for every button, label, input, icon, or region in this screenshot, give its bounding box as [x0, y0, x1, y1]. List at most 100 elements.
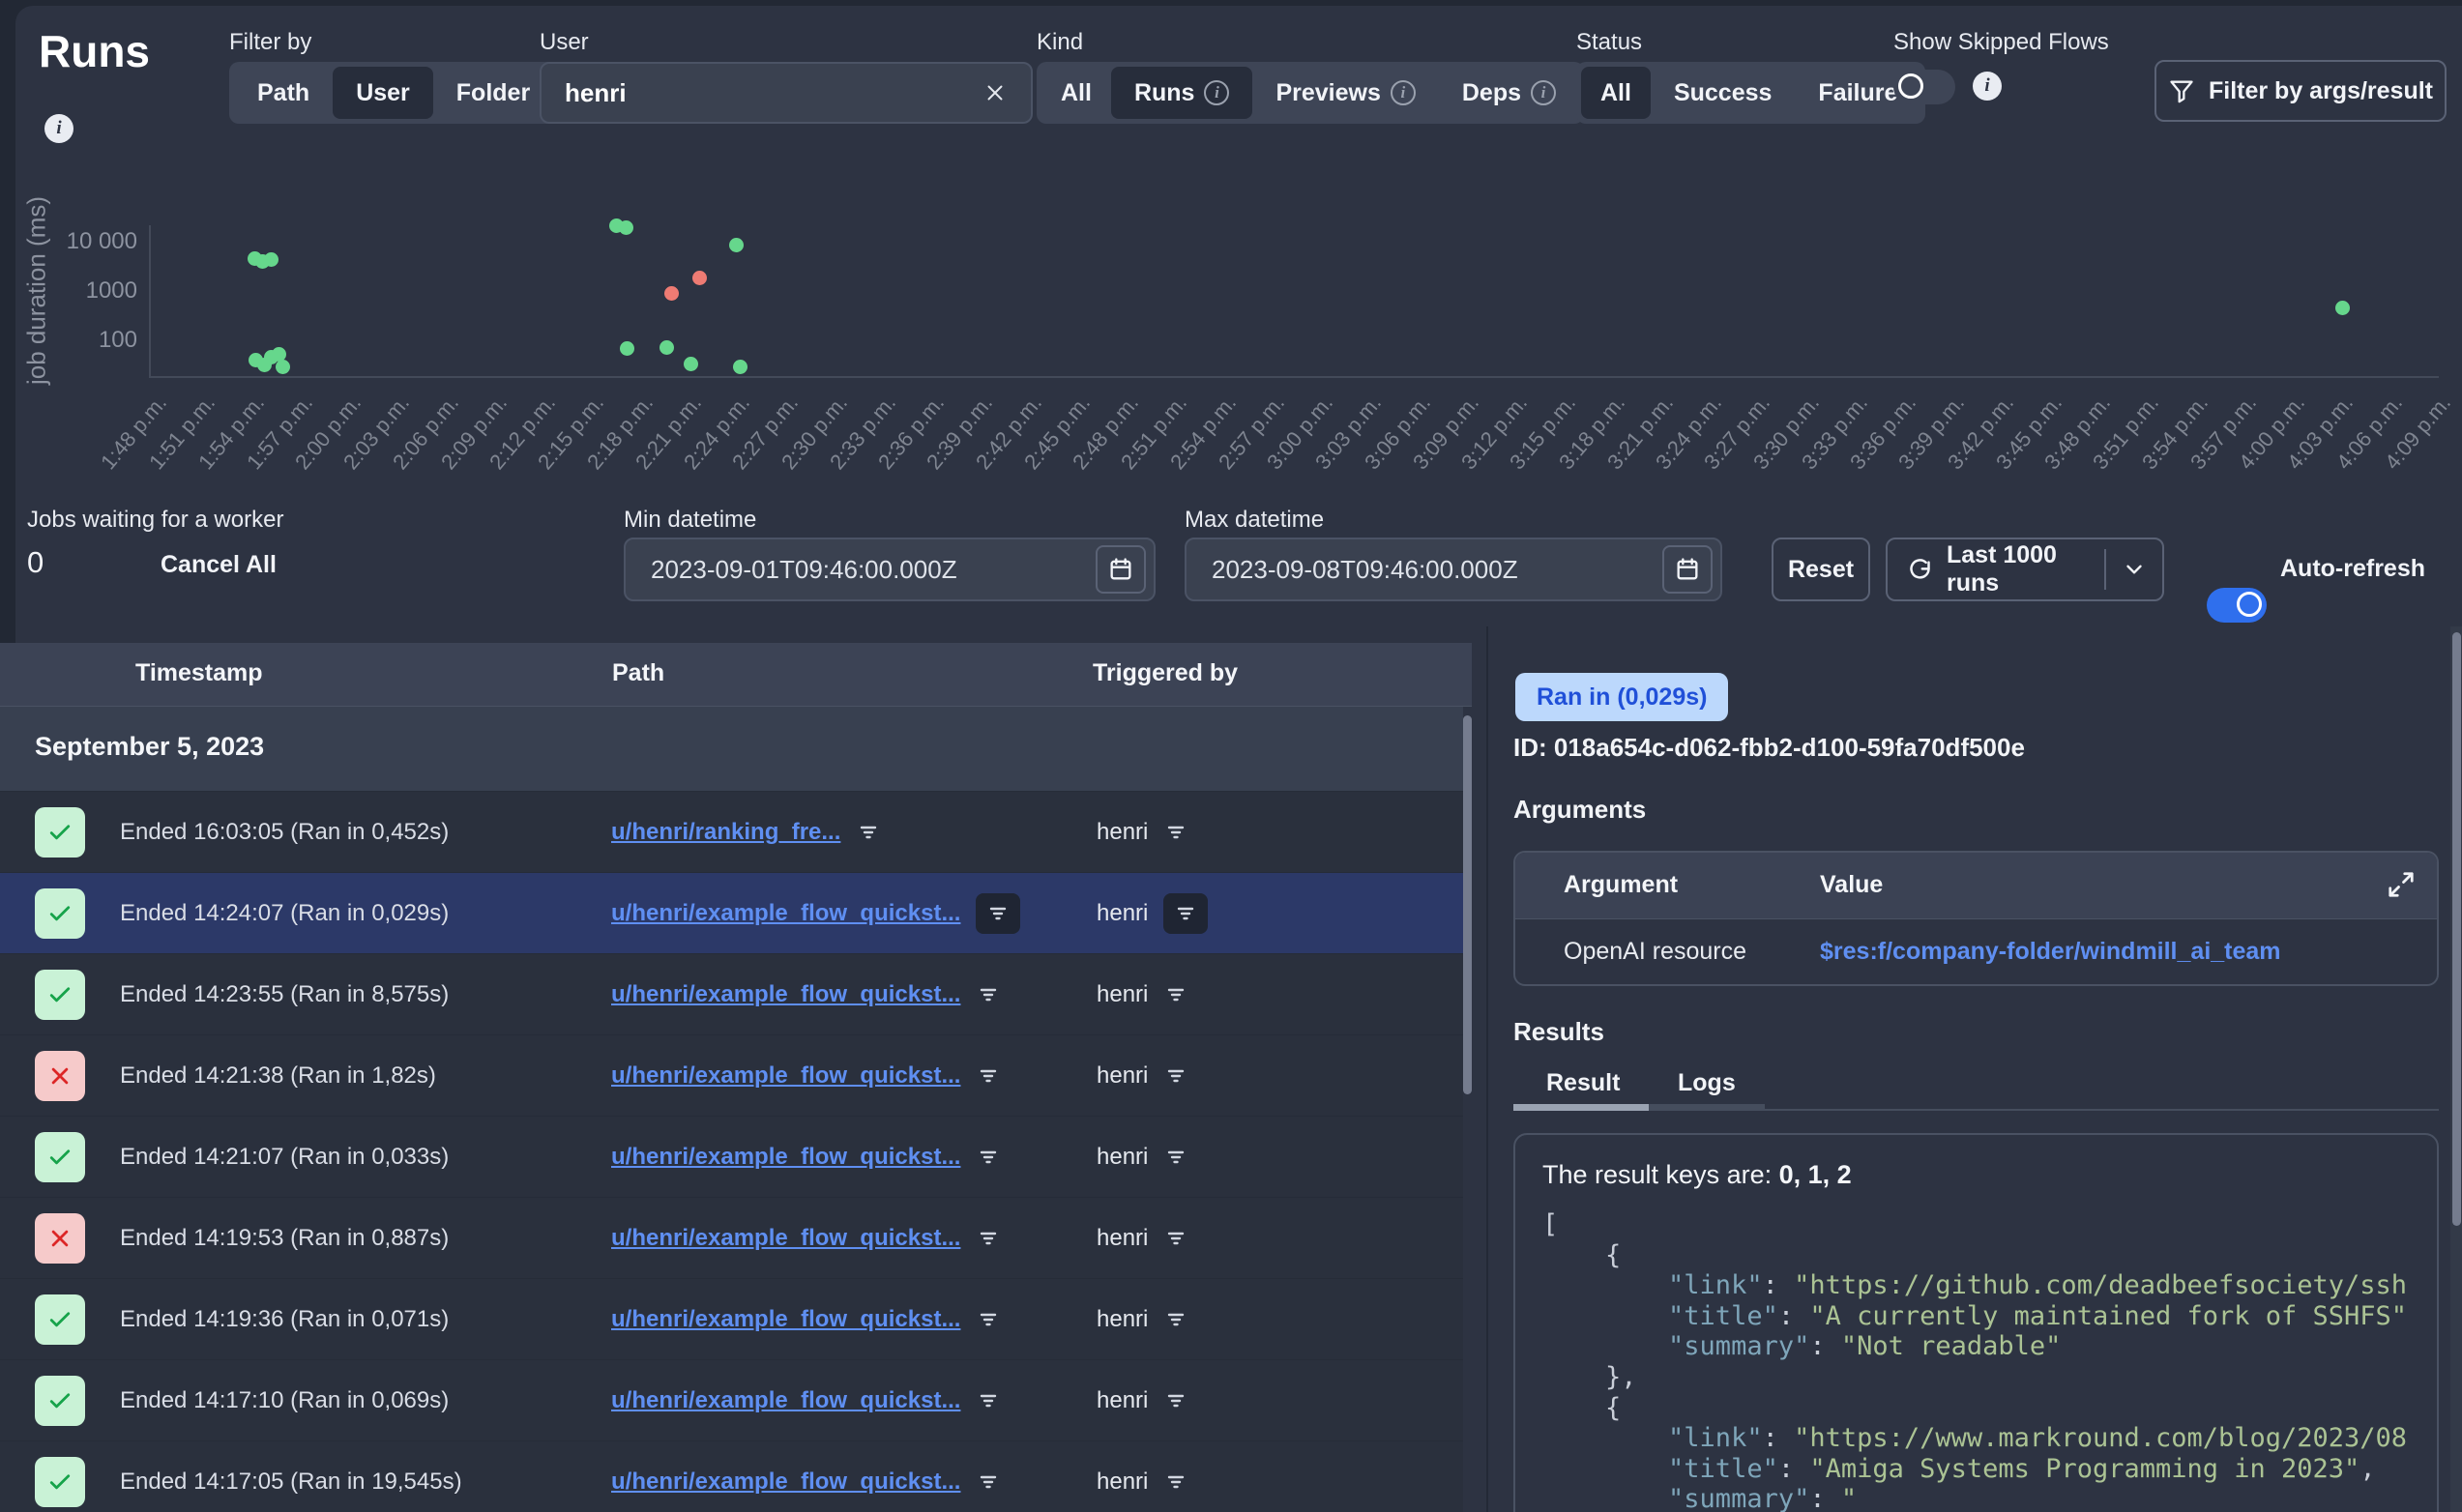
run-details-panel: Ran in (0,029s) ID: 018a654c-d062-fbb2-d…: [1486, 626, 2462, 1512]
filter-by-path-icon[interactable]: [976, 893, 1020, 934]
run-triggered-cell: henri: [1097, 1279, 1188, 1360]
filter-by-path-icon[interactable]: [856, 820, 881, 845]
ran-in-badge: Ran in (0,029s): [1515, 673, 1728, 721]
run-path-link[interactable]: u/henri/example_flow_quickst...: [611, 1468, 960, 1496]
max-datetime-calendar-icon[interactable]: [1662, 545, 1713, 594]
run-path-link[interactable]: u/henri/example_flow_quickst...: [611, 1062, 960, 1090]
run-path-link[interactable]: u/henri/example_flow_quickst...: [611, 981, 960, 1008]
max-datetime-value: 2023-09-08T09:46:00.000Z: [1212, 555, 1662, 585]
jobs-waiting-count: 0: [27, 545, 44, 580]
status-success-icon: [35, 888, 85, 939]
arg-col-value: Value: [1820, 871, 1883, 899]
table-row[interactable]: Ended 14:21:07 (Ran in 0,033s) u/henri/ex…: [0, 1117, 1463, 1198]
filter-by-user-icon[interactable]: [1163, 1307, 1188, 1332]
table-row[interactable]: Ended 14:23:55 (Ran in 8,575s) u/henri/ex…: [0, 954, 1463, 1035]
col-path: Path: [612, 659, 664, 687]
filter-by-path-icon[interactable]: [976, 1063, 1001, 1089]
page-scrollbar[interactable]: [2452, 632, 2461, 1226]
filter-by-path-icon[interactable]: [976, 1307, 1001, 1332]
run-path-link[interactable]: u/henri/example_flow_quickst...: [611, 1225, 960, 1252]
result-json-line: {: [1542, 1393, 2437, 1424]
arguments-table-row: OpenAI resource $res:f/company-folder/wi…: [1515, 919, 2437, 986]
filter-by-path-icon[interactable]: [976, 982, 1001, 1007]
result-json-line: "title": "Amiga Systems Programming in 2…: [1542, 1454, 2437, 1485]
tab-result[interactable]: Result: [1546, 1069, 1620, 1097]
run-path-link[interactable]: u/henri/example_flow_quickst...: [611, 1387, 960, 1414]
arguments-title: Arguments: [1513, 795, 1646, 825]
run-timestamp: Ended 14:17:05 (Ran in 19,545s): [120, 1441, 462, 1512]
data-point-success[interactable]: [2335, 301, 2350, 315]
last-runs-split-button[interactable]: Last 1000 runs: [1886, 538, 2164, 601]
triggered-by-user: henri: [1097, 1225, 1148, 1252]
triggered-by-user: henri: [1097, 1062, 1148, 1090]
table-scrollbar[interactable]: [1463, 715, 1472, 1094]
data-point-success[interactable]: [729, 238, 744, 252]
run-timestamp: Ended 14:23:55 (Ran in 8,575s): [120, 954, 449, 1035]
data-point-success[interactable]: [620, 341, 634, 356]
table-row[interactable]: Ended 14:17:05 (Ran in 19,545s) u/henri/e…: [0, 1441, 1463, 1512]
data-point-failure[interactable]: [664, 286, 679, 301]
filter-by-user-icon[interactable]: [1163, 1063, 1188, 1089]
triggered-by-user: henri: [1097, 1387, 1148, 1414]
last-runs-refresh-part[interactable]: Last 1000 runs: [1888, 541, 2104, 597]
chart-x-axis-line: [149, 376, 2439, 378]
table-row[interactable]: Ended 14:19:36 (Ran in 0,071s) u/henri/ex…: [0, 1279, 1463, 1360]
filter-by-path-icon[interactable]: [976, 1388, 1001, 1413]
filter-by-path-icon[interactable]: [976, 1145, 1001, 1170]
filter-by-user-icon[interactable]: [1163, 982, 1188, 1007]
table-row[interactable]: Ended 16:03:05 (Ran in 0,452s)u/henri/ra…: [0, 792, 1463, 873]
filter-by-user-icon[interactable]: [1163, 1388, 1188, 1413]
min-datetime-calendar-icon[interactable]: [1096, 545, 1146, 594]
table-row[interactable]: Ended 14:21:38 (Ran in 1,82s)u/henri/exa…: [0, 1035, 1463, 1117]
data-point-success[interactable]: [264, 252, 278, 267]
inactive-tab-indicator: [1649, 1104, 1765, 1111]
chevron-down-icon: [2122, 557, 2147, 582]
data-point-success[interactable]: [684, 357, 698, 371]
run-timestamp: Ended 14:19:36 (Ran in 0,071s): [120, 1279, 449, 1360]
filter-by-user-icon[interactable]: [1163, 820, 1188, 845]
reset-button[interactable]: Reset: [1772, 538, 1870, 601]
active-tab-indicator: [1513, 1104, 1649, 1111]
filter-by-user-icon[interactable]: [1163, 1145, 1188, 1170]
cancel-all-button[interactable]: Cancel All: [161, 551, 277, 579]
data-point-success[interactable]: [276, 360, 290, 374]
data-point-success[interactable]: [733, 360, 747, 374]
filter-by-user-icon[interactable]: [1163, 1469, 1188, 1495]
run-path-cell: u/henri/example_flow_quickst...: [611, 1360, 1001, 1441]
run-path-cell: u/henri/example_flow_quickst...: [611, 1035, 1001, 1117]
auto-refresh-toggle[interactable]: [2207, 588, 2267, 623]
run-path-link[interactable]: u/henri/ranking_fre...: [611, 819, 840, 846]
filter-by-path-icon[interactable]: [976, 1226, 1001, 1251]
chart-y-tick: 1000: [39, 277, 137, 305]
filter-by-user-icon[interactable]: [1163, 1226, 1188, 1251]
run-path-link[interactable]: u/henri/example_flow_quickst...: [611, 1306, 960, 1333]
table-row[interactable]: Ended 14:19:53 (Ran in 0,887s) u/henri/ex…: [0, 1198, 1463, 1279]
status-failure-icon: [35, 1051, 85, 1101]
status-success-icon: [35, 1376, 85, 1426]
status-success-icon: [35, 1294, 85, 1345]
max-datetime-input[interactable]: 2023-09-08T09:46:00.000Z: [1185, 538, 1722, 601]
table-row[interactable]: Ended 14:17:10 (Ran in 0,069s)u/henri/ex…: [0, 1360, 1463, 1441]
last-runs-chevron-part[interactable]: [2106, 557, 2162, 582]
data-point-failure[interactable]: [692, 271, 707, 285]
data-point-success[interactable]: [659, 340, 674, 355]
run-path-link[interactable]: u/henri/example_flow_quickst...: [611, 900, 960, 927]
run-path-cell: u/henri/example_flow_quickst...: [611, 1198, 1001, 1279]
data-point-success[interactable]: [619, 220, 633, 235]
runs-table-body: Ended 16:03:05 (Ran in 0,452s)u/henri/ra…: [0, 792, 1463, 1512]
run-timestamp: Ended 14:21:07 (Ran in 0,033s): [120, 1117, 449, 1198]
run-triggered-cell: henri: [1097, 792, 1188, 873]
expand-icon[interactable]: [2387, 870, 2416, 899]
run-path-link[interactable]: u/henri/example_flow_quickst...: [611, 1144, 960, 1171]
table-row[interactable]: Ended 14:24:07 (Ran in 0,029s)u/henri/ex…: [0, 873, 1463, 954]
argument-value-link[interactable]: $res:f/company-folder/windmill_ai_team: [1820, 938, 2281, 966]
tab-logs[interactable]: Logs: [1678, 1069, 1736, 1097]
filter-by-path-icon[interactable]: [976, 1469, 1001, 1495]
run-path-cell: u/henri/example_flow_quickst...: [611, 1441, 1001, 1512]
result-viewer: The result keys are: 0, 1, 2 [ { "link":…: [1513, 1133, 2439, 1512]
status-success-icon: [35, 1132, 85, 1182]
min-datetime-input[interactable]: 2023-09-01T09:46:00.000Z: [624, 538, 1156, 601]
filter-by-user-icon[interactable]: [1163, 893, 1208, 934]
job-duration-chart: job duration (ms) 10 00010001001:48 p.m.…: [0, 0, 2462, 512]
run-timestamp: Ended 14:19:53 (Ran in 0,887s): [120, 1198, 449, 1279]
